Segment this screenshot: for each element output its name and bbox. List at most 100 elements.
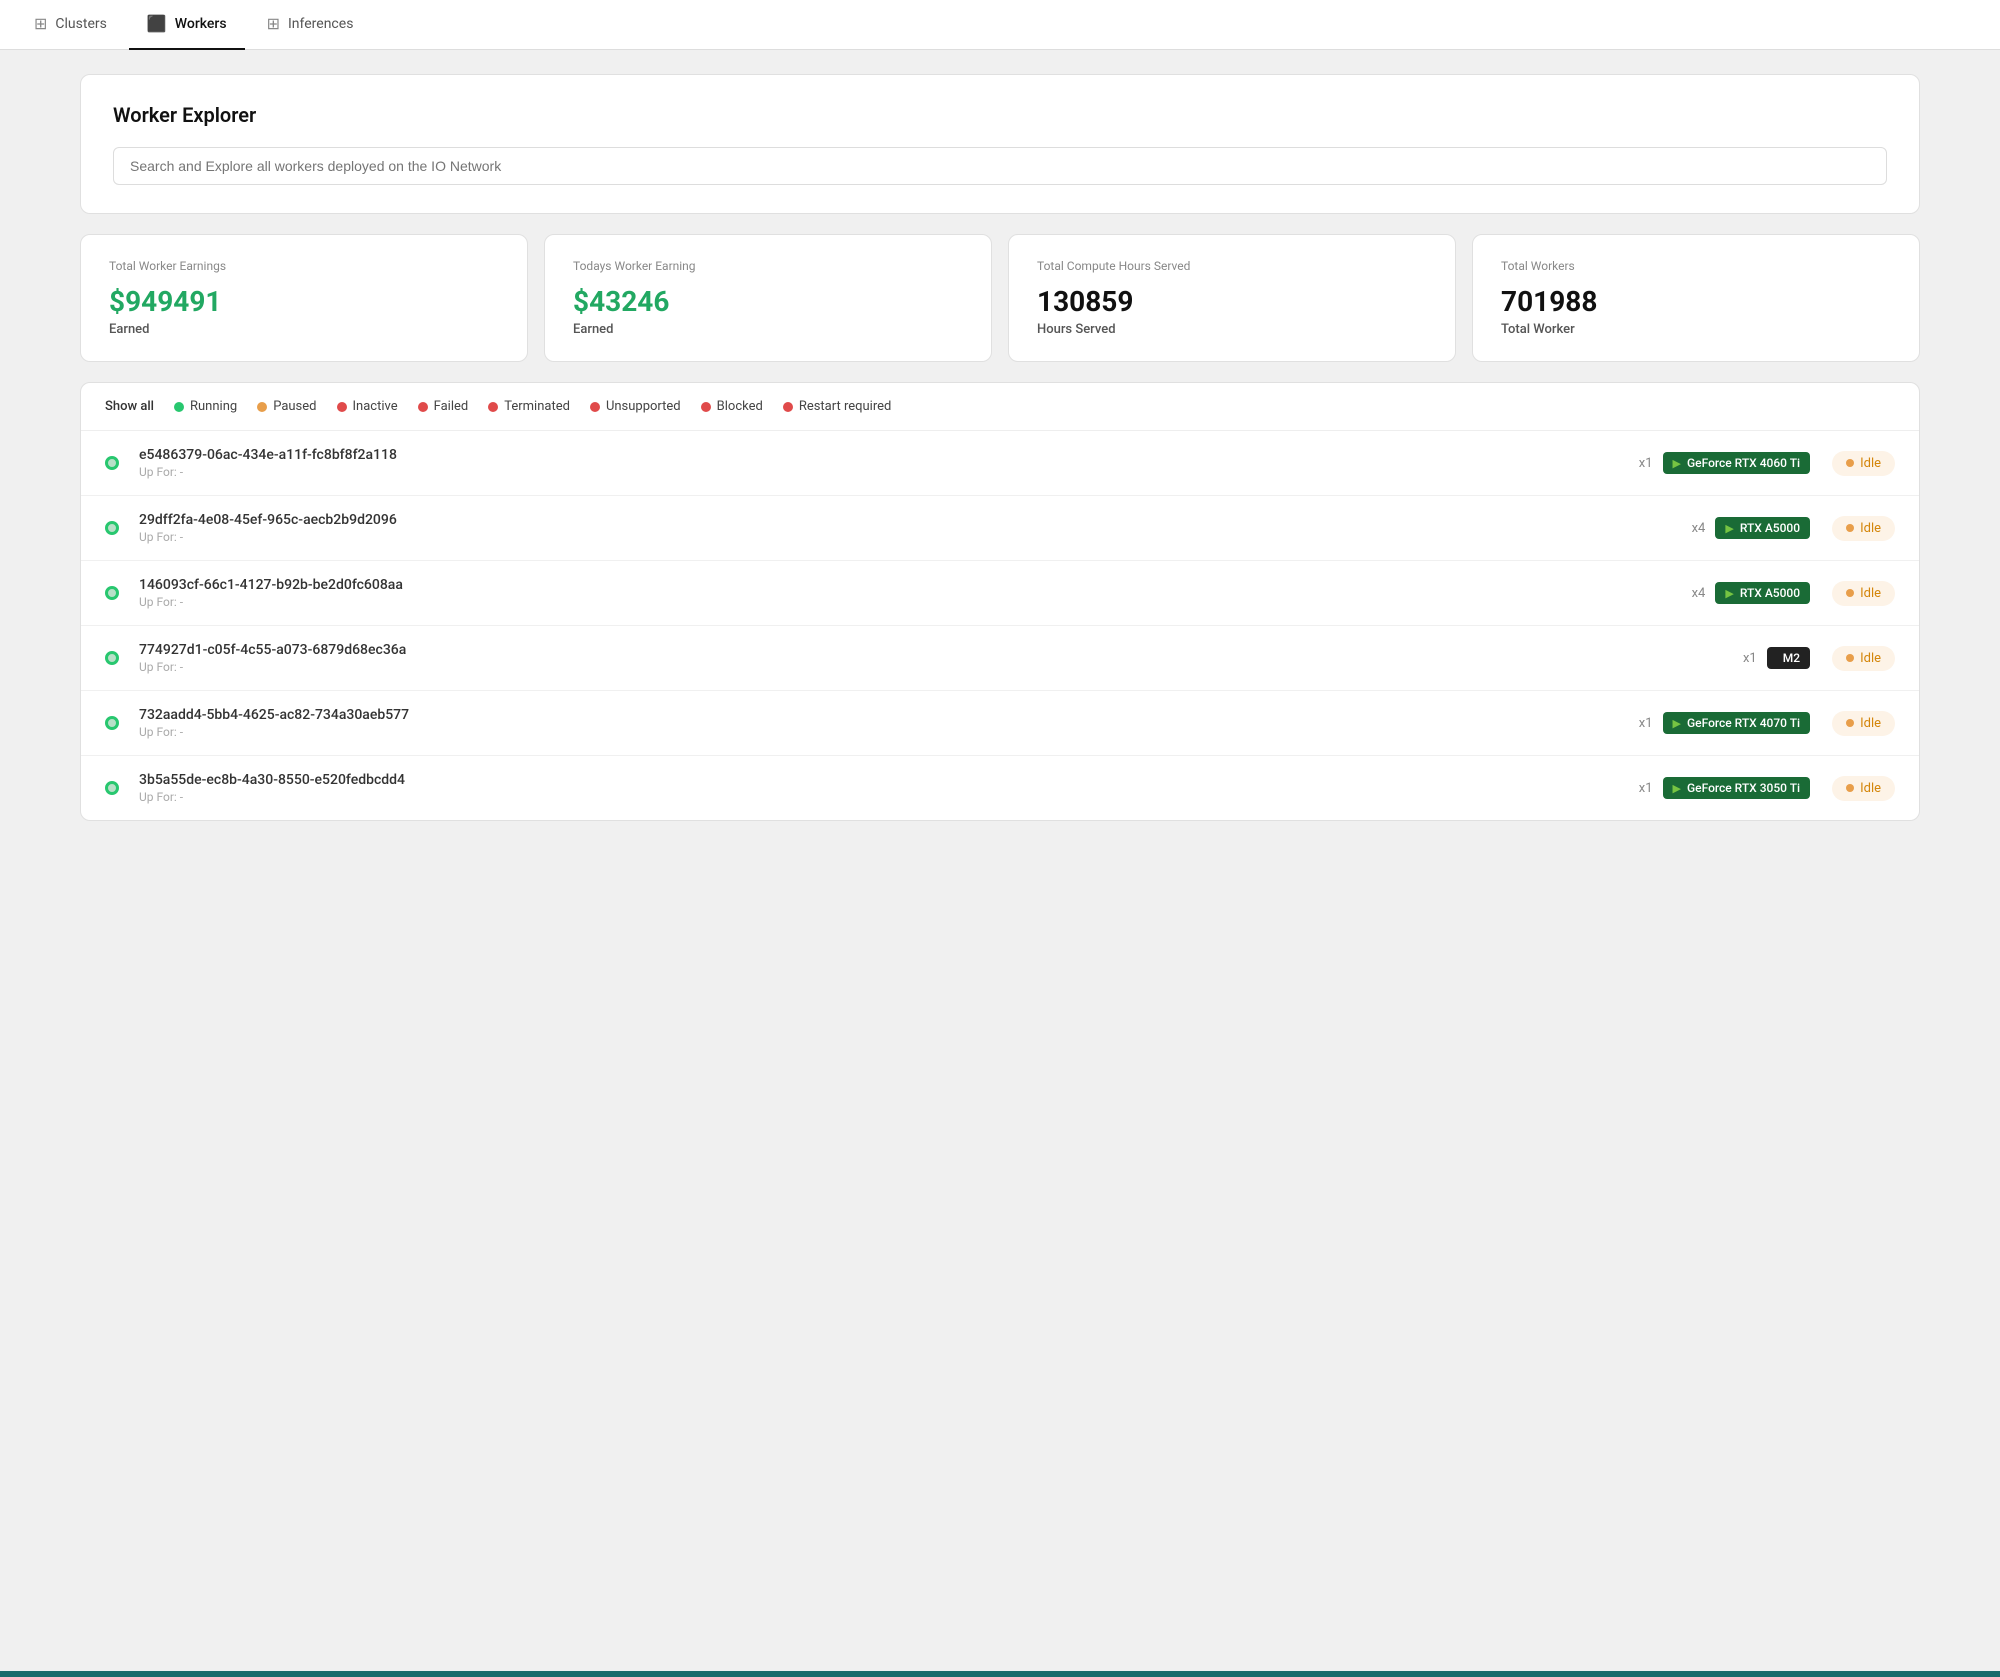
worker-uptime: Up For: - — [139, 595, 1692, 609]
gpu-name: M2 — [1783, 651, 1800, 665]
table-row[interactable]: e5486379-06ac-434e-a11f-fc8bf8f2a118 Up … — [81, 431, 1919, 496]
gpu-name: GeForce RTX 4070 Ti — [1687, 716, 1800, 730]
bottom-bar — [0, 1671, 2000, 1677]
worker-id: e5486379-06ac-434e-a11f-fc8bf8f2a118 — [139, 447, 1639, 463]
filter-inactive[interactable]: Inactive — [337, 399, 398, 414]
worker-id: 774927d1-c05f-4c55-a073-6879d68ec36a — [139, 642, 1743, 658]
gpu-badge: ▶ GeForce RTX 3050 Ti — [1663, 777, 1811, 799]
stat-todays-earnings-value: $43246 — [573, 285, 963, 318]
filter-unsupported[interactable]: Unsupported — [590, 399, 681, 414]
filter-terminated[interactable]: Terminated — [488, 399, 570, 414]
gpu-badge-apple: M2 — [1767, 647, 1810, 669]
stat-total-workers: Total Workers 701988 Total Worker — [1472, 234, 1920, 362]
worker-gpu: x1 M2 Idle — [1743, 646, 1895, 671]
worker-status-dot — [105, 651, 119, 665]
gpu-count: x1 — [1639, 716, 1653, 731]
nvidia-icon: ▶ — [1725, 587, 1733, 600]
gpu-name: RTX A5000 — [1740, 586, 1800, 600]
filter-inactive-label: Inactive — [353, 399, 398, 414]
worker-explorer-title: Worker Explorer — [113, 103, 1887, 127]
filter-failed[interactable]: Failed — [418, 399, 469, 414]
worker-status-dot — [105, 716, 119, 730]
worker-uptime: Up For: - — [139, 790, 1639, 804]
worker-status-dot — [105, 521, 119, 535]
stats-row: Total Worker Earnings $949491 Earned Tod… — [80, 234, 1920, 362]
paused-dot — [257, 402, 267, 412]
table-row[interactable]: 146093cf-66c1-4127-b92b-be2d0fc608aa Up … — [81, 561, 1919, 626]
worker-id: 732aadd4-5bb4-4625-ac82-734a30aeb577 — [139, 707, 1639, 723]
filter-running[interactable]: Running — [174, 399, 237, 414]
gpu-count: x1 — [1639, 456, 1653, 471]
filter-restart-required-label: Restart required — [799, 399, 892, 414]
worker-gpu: x4 ▶ RTX A5000 Idle — [1692, 581, 1895, 606]
idle-badge: Idle — [1832, 451, 1895, 476]
stat-compute-hours-value: 130859 — [1037, 285, 1427, 318]
filter-show-all[interactable]: Show all — [105, 399, 154, 414]
table-row[interactable]: 3b5a55de-ec8b-4a30-8550-e520fedbcdd4 Up … — [81, 756, 1919, 820]
stat-compute-hours-label: Total Compute Hours Served — [1037, 259, 1427, 273]
gpu-name: GeForce RTX 3050 Ti — [1687, 781, 1800, 795]
worker-id: 3b5a55de-ec8b-4a30-8550-e520fedbcdd4 — [139, 772, 1639, 788]
idle-dot — [1846, 784, 1854, 792]
worker-gpu: x1 ▶ GeForce RTX 3050 Ti Idle — [1639, 776, 1895, 801]
idle-badge: Idle — [1832, 646, 1895, 671]
stat-total-earnings-value: $949491 — [109, 285, 499, 318]
filter-paused-label: Paused — [273, 399, 316, 414]
stat-total-workers-value: 701988 — [1501, 285, 1891, 318]
filter-restart-required[interactable]: Restart required — [783, 399, 892, 414]
idle-badge: Idle — [1832, 581, 1895, 606]
blocked-dot — [701, 402, 711, 412]
tab-clusters[interactable]: ⊞ Clusters — [16, 0, 125, 50]
top-nav: ⊞ Clusters ⬛ Workers ⊞ Inferences — [0, 0, 2000, 50]
idle-dot — [1846, 524, 1854, 532]
filter-running-label: Running — [190, 399, 237, 414]
worker-gpu: x1 ▶ GeForce RTX 4060 Ti Idle — [1639, 451, 1895, 476]
filter-unsupported-label: Unsupported — [606, 399, 681, 414]
running-dot — [174, 402, 184, 412]
stat-compute-hours-sublabel: Hours Served — [1037, 322, 1427, 337]
idle-label: Idle — [1860, 781, 1881, 796]
tab-workers[interactable]: ⬛ Workers — [129, 0, 245, 50]
stat-todays-earnings-sublabel: Earned — [573, 322, 963, 337]
workers-list: e5486379-06ac-434e-a11f-fc8bf8f2a118 Up … — [81, 431, 1919, 820]
worker-info: 3b5a55de-ec8b-4a30-8550-e520fedbcdd4 Up … — [139, 772, 1639, 804]
worker-uptime: Up For: - — [139, 660, 1743, 674]
worker-search-input[interactable] — [113, 147, 1887, 185]
stat-compute-hours: Total Compute Hours Served 130859 Hours … — [1008, 234, 1456, 362]
gpu-badge: ▶ GeForce RTX 4060 Ti — [1663, 452, 1811, 474]
stat-total-earnings-label: Total Worker Earnings — [109, 259, 499, 273]
nvidia-icon: ▶ — [1673, 717, 1681, 730]
tab-inferences[interactable]: ⊞ Inferences — [249, 0, 372, 50]
tab-workers-label: Workers — [175, 16, 227, 32]
table-row[interactable]: 732aadd4-5bb4-4625-ac82-734a30aeb577 Up … — [81, 691, 1919, 756]
gpu-count: x1 — [1743, 651, 1757, 666]
idle-dot — [1846, 459, 1854, 467]
restart-required-dot — [783, 402, 793, 412]
worker-uptime: Up For: - — [139, 465, 1639, 479]
gpu-badge: ▶ RTX A5000 — [1715, 517, 1810, 539]
worker-gpu: x4 ▶ RTX A5000 Idle — [1692, 516, 1895, 541]
worker-status-dot — [105, 781, 119, 795]
failed-dot — [418, 402, 428, 412]
idle-badge: Idle — [1832, 516, 1895, 541]
idle-badge: Idle — [1832, 711, 1895, 736]
filter-paused[interactable]: Paused — [257, 399, 316, 414]
filter-terminated-label: Terminated — [504, 399, 570, 414]
worker-id: 146093cf-66c1-4127-b92b-be2d0fc608aa — [139, 577, 1692, 593]
idle-dot — [1846, 589, 1854, 597]
stat-total-workers-label: Total Workers — [1501, 259, 1891, 273]
inferences-icon: ⊞ — [267, 14, 280, 33]
workers-icon: ⬛ — [147, 14, 167, 33]
idle-label: Idle — [1860, 456, 1881, 471]
gpu-badge: ▶ RTX A5000 — [1715, 582, 1810, 604]
worker-id: 29dff2fa-4e08-45ef-965c-aecb2b9d2096 — [139, 512, 1692, 528]
filter-blocked[interactable]: Blocked — [701, 399, 763, 414]
table-row[interactable]: 29dff2fa-4e08-45ef-965c-aecb2b9d2096 Up … — [81, 496, 1919, 561]
stat-total-workers-sublabel: Total Worker — [1501, 322, 1891, 337]
workers-card: Show all Running Paused Inactive Failed … — [80, 382, 1920, 821]
stat-todays-earnings-label: Todays Worker Earning — [573, 259, 963, 273]
gpu-count: x1 — [1639, 781, 1653, 796]
worker-info: 732aadd4-5bb4-4625-ac82-734a30aeb577 Up … — [139, 707, 1639, 739]
worker-uptime: Up For: - — [139, 530, 1692, 544]
table-row[interactable]: 774927d1-c05f-4c55-a073-6879d68ec36a Up … — [81, 626, 1919, 691]
